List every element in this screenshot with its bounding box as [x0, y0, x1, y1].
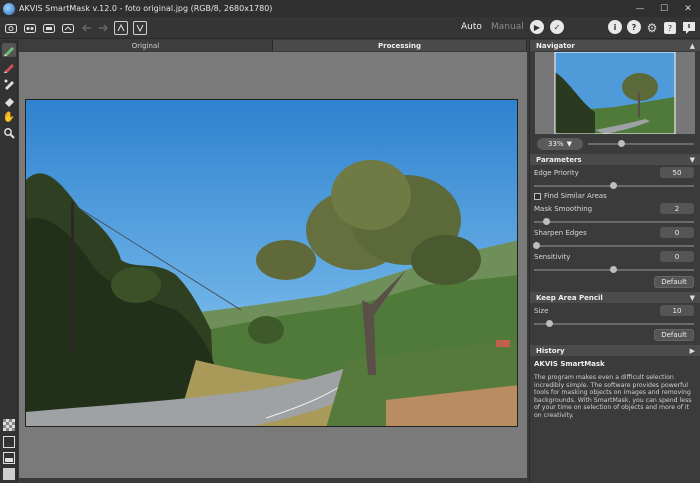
edge-priority-field[interactable]: 50	[660, 167, 694, 178]
chevron-down-icon: ▼	[566, 140, 572, 148]
tab-processing[interactable]: Processing	[273, 40, 527, 51]
settings-icon[interactable]: ⚙	[645, 21, 659, 35]
title-bar: AKVIS SmartMask v.12.0 - foto original.j…	[0, 0, 700, 17]
sharpen-edges-knob[interactable]	[533, 242, 540, 249]
size-field[interactable]: 10	[660, 305, 694, 316]
import-strokes-icon[interactable]	[114, 21, 128, 35]
sharpen-edges-slider[interactable]	[534, 245, 694, 247]
feedback-icon[interactable]	[682, 21, 696, 35]
history-title: History	[536, 346, 565, 355]
run-icon[interactable]: ▶	[530, 20, 544, 34]
parameters-title: Parameters	[536, 155, 582, 164]
navigator-title: Navigator	[536, 41, 575, 50]
find-similar-checkbox[interactable]	[534, 193, 541, 200]
print-icon[interactable]	[42, 21, 56, 35]
window-controls: — ☐ ✕	[628, 0, 700, 17]
navigator-thumbnail[interactable]	[535, 52, 695, 134]
close-button[interactable]: ✕	[676, 0, 700, 17]
tab-original[interactable]: Original	[19, 40, 273, 51]
sensitivity-field[interactable]: 0	[660, 251, 694, 262]
image-view-icon[interactable]	[3, 468, 15, 480]
share-icon[interactable]	[61, 21, 75, 35]
sharpen-edges-field[interactable]: 0	[660, 227, 694, 238]
tips-icon[interactable]: ?	[663, 21, 677, 35]
landscape-photo[interactable]	[25, 99, 518, 427]
view-tabs: Original Processing	[19, 40, 527, 51]
save-icon[interactable]	[23, 21, 37, 35]
keep-pencil-icon[interactable]	[2, 43, 16, 57]
export-strokes-icon[interactable]	[133, 21, 147, 35]
keep-area-pencil-header[interactable]: Keep Area Pencil ▼	[530, 292, 700, 303]
mask-smoothing-field[interactable]: 2	[660, 203, 694, 214]
parameters-header[interactable]: Parameters ▼	[530, 154, 700, 165]
size-label: Size	[534, 307, 549, 315]
edge-priority-label: Edge Priority	[534, 169, 579, 177]
magic-brush-icon[interactable]	[2, 77, 16, 91]
expand-icon[interactable]: ▶	[690, 347, 695, 355]
sensitivity-label: Sensitivity	[534, 253, 571, 261]
svg-text:?: ?	[668, 24, 672, 33]
main-toolbar: Auto Manual ▶ ✓ i ? ⚙ ?	[0, 17, 700, 39]
keep-area-pencil-title: Keep Area Pencil	[536, 293, 603, 302]
apply-icon[interactable]: ✓	[550, 20, 564, 34]
background-color-icon[interactable]	[3, 436, 15, 448]
mask-smoothing-label: Mask Smoothing	[534, 205, 593, 213]
settings-panel: Navigator ▲ 33% ▼ Parameters ▼ Edge Prio…	[529, 40, 700, 483]
zoom-icon[interactable]	[2, 126, 16, 140]
edge-priority-knob[interactable]	[610, 182, 617, 189]
hand-icon[interactable]: ✋	[2, 110, 16, 124]
zoom-value: 33%	[548, 140, 564, 148]
zoom-slider-knob[interactable]	[618, 140, 625, 147]
size-knob[interactable]	[546, 320, 553, 327]
undo-icon[interactable]	[80, 21, 94, 35]
mode-manual[interactable]: Manual	[491, 22, 524, 32]
collapse-icon[interactable]: ▼	[690, 294, 695, 302]
window-title: AKVIS SmartMask v.12.0 - foto original.j…	[19, 4, 273, 13]
tool-panel: ✋	[0, 40, 18, 483]
help-icon[interactable]: ?	[627, 20, 641, 34]
pencil-default-button[interactable]: Default	[654, 329, 694, 341]
size-slider[interactable]	[534, 323, 694, 325]
find-similar-label: Find Similar Areas	[544, 192, 607, 200]
redo-icon[interactable]	[96, 21, 110, 35]
akvis-logo-icon	[3, 2, 15, 15]
collapse-icon[interactable]: ▲	[690, 42, 695, 50]
mask-smoothing-slider[interactable]	[534, 221, 694, 223]
info-icon[interactable]: i	[608, 20, 622, 34]
remove-pencil-icon[interactable]	[2, 60, 16, 74]
maximize-button[interactable]: ☐	[652, 0, 676, 17]
help-title: AKVIS SmartMask	[534, 360, 605, 368]
help-text: The program makes even a difficult selec…	[534, 374, 692, 419]
parameters-default-button[interactable]: Default	[654, 276, 694, 288]
open-icon[interactable]	[4, 21, 18, 35]
mask-view-icon[interactable]	[3, 452, 15, 464]
image-canvas[interactable]	[19, 52, 527, 478]
zoom-select[interactable]: 33% ▼	[537, 138, 583, 150]
eraser-icon[interactable]	[2, 94, 16, 108]
navigator-header[interactable]: Navigator ▲	[530, 40, 700, 51]
history-header[interactable]: History ▶	[530, 345, 700, 356]
collapse-icon[interactable]: ▼	[690, 156, 695, 164]
sensitivity-knob[interactable]	[610, 266, 617, 273]
mask-smoothing-knob[interactable]	[543, 218, 550, 225]
sharpen-edges-label: Sharpen Edges	[534, 229, 587, 237]
zoom-slider[interactable]	[588, 143, 694, 145]
minimize-button[interactable]: —	[628, 0, 652, 17]
mode-auto[interactable]: Auto	[461, 22, 482, 32]
checkerboard-icon[interactable]	[3, 419, 15, 431]
